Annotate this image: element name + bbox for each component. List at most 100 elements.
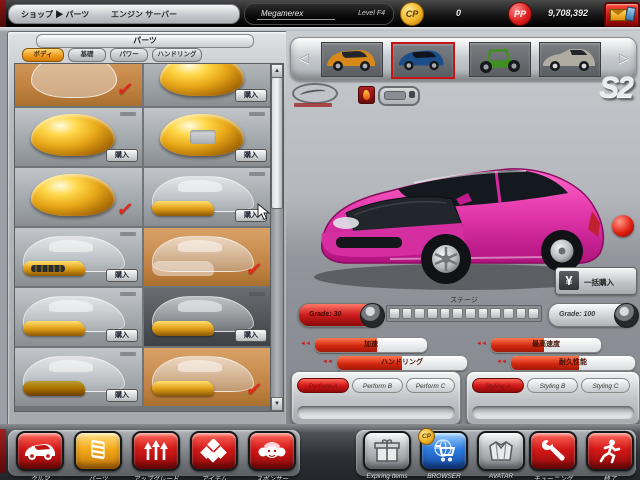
price-tag <box>120 112 136 116</box>
bumper-part-image <box>152 356 254 396</box>
expiring-items-button[interactable] <box>363 431 411 471</box>
scroll-up-icon[interactable]: ▲ <box>271 64 283 78</box>
cars-button[interactable] <box>16 431 64 471</box>
owned-check-icon: ✓ <box>245 376 265 403</box>
carousel-thumb-green-buggy[interactable] <box>469 42 531 77</box>
bulk-buy-button[interactable]: ¥ 一括購入 <box>555 267 637 295</box>
parts-panel: パーツ ボディ 基礎 パワー ハンドリング ✓ 購入 <box>7 31 288 426</box>
buy-button[interactable]: 購入 <box>106 329 138 342</box>
player-name: Megamerex <box>261 9 303 18</box>
price-tag <box>249 112 265 116</box>
tire-icon <box>360 303 385 328</box>
window-edge-strip <box>0 429 6 473</box>
breadcrumb[interactable]: ショップ ▶ パーツ <box>21 9 89 20</box>
stage-label: ステージ <box>388 295 540 305</box>
brand-logo <box>292 83 338 104</box>
part-item-bumper-gold[interactable]: 購入 <box>15 288 142 346</box>
perform-c-button[interactable]: Perform C <box>406 378 455 393</box>
hood-part-image <box>160 114 244 156</box>
stat-durability: 耐久性能 <box>510 355 636 371</box>
perform-a-button[interactable]: Perform A <box>297 378 349 393</box>
part-item-hood-gold[interactable]: 購入 <box>15 108 142 166</box>
perform-b-button[interactable]: Perform B <box>352 378 403 393</box>
parts-tabs: ボディ 基礎 パワー ハンドリング <box>14 48 276 62</box>
cp-balance: 0 <box>456 8 461 18</box>
styling-b-button[interactable]: Styling B <box>527 378 578 393</box>
owned-check-icon: ✓ <box>116 196 136 223</box>
part-item-bumper-unpainted[interactable]: ✓ <box>144 228 271 286</box>
part-item-hood-gold-owned[interactable]: ✓ <box>15 168 142 226</box>
buy-button[interactable]: 購入 <box>106 269 138 282</box>
red-orb-icon[interactable] <box>612 215 634 237</box>
toolbar-label: 終了 <box>604 473 617 480</box>
tuning-button[interactable] <box>529 431 577 471</box>
toolbar-label: スポンサー <box>256 473 289 480</box>
buy-button[interactable]: 購入 <box>106 149 138 162</box>
tab-body[interactable]: ボディ <box>22 48 64 62</box>
server-label: エンジン サーバー <box>111 9 177 20</box>
hood-part-image <box>31 174 115 216</box>
brand-logo-text <box>294 103 332 107</box>
toolbar-label: AVATAR <box>489 473 513 480</box>
carousel-thumb-silver-sedan[interactable] <box>539 42 601 77</box>
window-edge-strip <box>0 0 6 27</box>
running-man-icon <box>597 438 623 464</box>
parts-scrollbar[interactable]: ▲ ▼ <box>270 63 284 412</box>
flame-badge-icon <box>358 86 375 104</box>
scroll-down-icon[interactable]: ▼ <box>271 397 283 411</box>
stage-slider[interactable] <box>386 305 542 322</box>
jacket-icon <box>487 438 515 464</box>
exit-button[interactable] <box>586 431 634 471</box>
buy-button[interactable]: 購入 <box>235 329 267 342</box>
sponsor-button[interactable] <box>248 431 296 471</box>
part-item-hood-gold[interactable]: 購入 <box>144 63 271 106</box>
mail-button[interactable] <box>604 2 640 28</box>
scrollbar-thumb[interactable] <box>271 77 283 209</box>
parts-button-active[interactable] <box>74 431 122 471</box>
part-item-bumper-gold[interactable]: 購入 <box>144 168 271 226</box>
diamonds-icon <box>199 439 229 463</box>
carousel-next-icon[interactable]: ▷ <box>619 50 629 66</box>
model-badge: S2 <box>599 71 632 105</box>
mouse-cursor <box>257 203 271 221</box>
tab-handling[interactable]: ハンドリング <box>152 48 202 62</box>
carousel-thumb-orange-hatchback[interactable] <box>321 42 383 77</box>
part-item-hood-unpainted[interactable]: ✓ <box>15 63 142 106</box>
pp-coin-icon: PP <box>508 2 532 26</box>
carousel-thumb-blue-hatchback-selected[interactable] <box>391 42 455 79</box>
tire-grade-new[interactable]: Grade: 100 <box>548 303 638 327</box>
toolbar-label: クルマ <box>30 473 49 480</box>
tab-basic[interactable]: 基礎 <box>68 48 106 62</box>
tab-power[interactable]: パワー <box>110 48 148 62</box>
hood-part-image <box>160 63 244 96</box>
items-button[interactable] <box>190 431 238 471</box>
styling-c-button[interactable]: Styling C <box>581 378 630 393</box>
buy-button[interactable]: 購入 <box>235 149 267 162</box>
player-nameplate: Megamerex Level F4 <box>244 3 394 25</box>
parts-panel-title: パーツ <box>36 34 254 48</box>
part-item-bumper-gold[interactable]: 購入 <box>144 288 271 346</box>
stat-marker-icon: ◄◄ <box>476 341 486 347</box>
avatar-button[interactable] <box>477 431 525 471</box>
part-item-bumper-gold-dark[interactable]: 購入 <box>15 348 142 406</box>
upgrade-arrows-icon <box>143 438 169 464</box>
stat-handling: ハンドリング <box>336 355 468 371</box>
part-item-bumper-gold-grille[interactable]: 購入 <box>15 228 142 286</box>
browser-button[interactable]: CP <box>420 431 468 471</box>
toolbar-label: BROWSER <box>427 473 461 480</box>
tire-grade-current[interactable]: Grade: 30 <box>298 303 384 327</box>
breadcrumb-bar: ショップ ▶ パーツ エンジン サーバー <box>8 4 240 24</box>
stat-top-speed: 最高速度 <box>490 337 602 353</box>
upgrade-button[interactable] <box>132 431 180 471</box>
part-item-bumper-gold-owned[interactable]: ✓ <box>144 348 271 406</box>
cp-coin-icon: CP <box>400 2 424 26</box>
carousel-prev-icon[interactable]: ◁ <box>299 50 309 66</box>
spring-icon <box>89 438 107 464</box>
bulk-buy-label: 一括購入 <box>584 277 614 288</box>
sponsor-girl-icon <box>257 438 287 464</box>
toolbar-label: アイテム <box>201 473 226 480</box>
styling-a-button[interactable]: Styling A <box>472 378 524 393</box>
part-item-hood-gold-vented[interactable]: 購入 <box>144 108 271 166</box>
buy-button[interactable]: 購入 <box>235 89 267 102</box>
buy-button[interactable]: 購入 <box>106 389 138 402</box>
